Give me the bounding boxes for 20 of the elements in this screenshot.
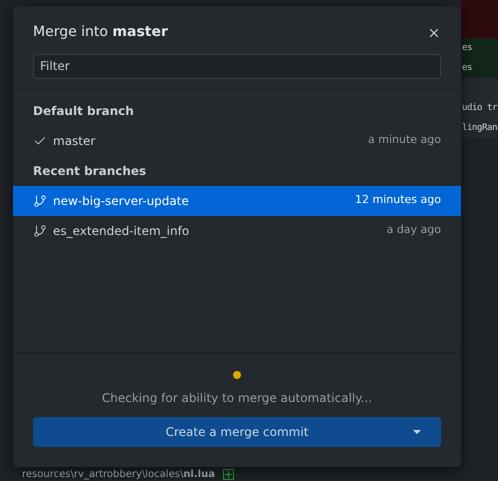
branch-name: es_extended-item_info [53, 222, 190, 240]
merge-button[interactable]: Create a merge commit [33, 417, 441, 447]
merge-status: Checking for ability to merge automatically... [102, 390, 372, 407]
section-heading: Recent branches [33, 162, 146, 180]
section-heading: Default branch [33, 102, 134, 120]
branch-time: a day ago [386, 222, 441, 238]
branch-item[interactable]: master a minute ago [13, 126, 461, 156]
branch-icon [33, 194, 47, 208]
branch-item[interactable]: new-big-server-update 12 minutes ago [13, 186, 461, 216]
branch-icon [33, 224, 47, 238]
branch-name: new-big-server-update [53, 192, 190, 210]
branch-time: a minute ago [368, 132, 441, 148]
branch-time: 12 minutes ago [355, 192, 441, 208]
filter-field[interactable]: Filter [33, 54, 441, 78]
branch-name: master [53, 132, 96, 150]
branch-item[interactable]: es_extended-item_info a day ago [13, 216, 461, 246]
added-file-icon [222, 469, 234, 480]
caret-icon [413, 430, 421, 434]
file-path: resources\rv_artrobbery\locales\nl.lua [22, 468, 215, 480]
dialog-title: Merge into master [33, 23, 168, 42]
